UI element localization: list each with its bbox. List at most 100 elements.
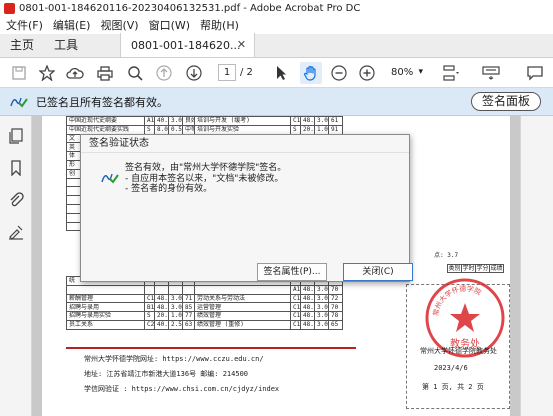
menu-help[interactable]: 帮助(H) <box>200 17 239 33</box>
table-cell: 招聘与录用 <box>66 302 145 313</box>
bookmarks-icon[interactable] <box>8 160 24 177</box>
zoom-in-icon[interactable] <box>358 64 376 82</box>
table-cell: 20.0 <box>154 311 169 321</box>
table-cell: 中等 <box>182 124 195 135</box>
table-cell: 48.0 <box>300 293 315 304</box>
print-icon[interactable] <box>96 64 114 82</box>
table-cell <box>168 284 183 295</box>
gpa-text: 点: 3.7 <box>434 252 459 259</box>
table-cell: 48.0 <box>300 302 315 313</box>
table-cell: 48.0 <box>300 319 315 330</box>
tab-home[interactable]: 主页 <box>0 33 44 57</box>
table-cell: 78 <box>328 311 343 321</box>
table-cell: 77 <box>182 311 195 321</box>
table-cell: 3.00 <box>314 284 329 295</box>
table-cell: A1 <box>144 116 155 126</box>
table-cell <box>154 284 169 295</box>
table-cell: 3.00 <box>314 311 329 321</box>
toolbar: 1 / 2 80% <box>0 58 553 88</box>
table-cell: 薪酬管理 <box>66 293 145 304</box>
table-cell: C1 <box>290 116 301 126</box>
table-cell: C1 <box>144 293 155 304</box>
table-cell: 3.00 <box>314 116 329 126</box>
table-cell: 63 <box>182 319 195 330</box>
signature-properties-button[interactable]: 签名属性(P)... <box>257 263 327 281</box>
table-cell: 3.00 <box>314 302 329 313</box>
comment-icon[interactable] <box>526 64 544 82</box>
signature-status-bar: 已签名且所有签名都有效。 签名面板 <box>0 88 553 116</box>
tab-document-label: 0801-001-184620... <box>131 38 241 52</box>
page-number-input[interactable]: 1 <box>218 64 236 81</box>
cloud-upload-icon[interactable] <box>66 64 84 82</box>
table-cell: 3.00 <box>168 116 183 126</box>
stamp-org: 常州大学怀德学院教务处 <box>420 347 497 355</box>
close-button[interactable]: 关闭(C) <box>343 263 413 281</box>
previous-page-icon[interactable] <box>155 64 173 82</box>
signature-status-text: 已签名且所有签名都有效。 <box>36 95 168 109</box>
stamp-date: 2023/4/6 <box>434 364 468 372</box>
footer-divider <box>66 347 356 349</box>
tab-tools[interactable]: 工具 <box>44 33 88 57</box>
table-cell: 2.50 <box>168 319 183 330</box>
table-cell: 85 <box>182 302 195 313</box>
table-cell: 40.0 <box>154 319 169 330</box>
table-cell: C2 <box>144 319 155 330</box>
table-cell: S <box>290 124 301 135</box>
menu-edit[interactable]: 编辑(E) <box>53 17 91 33</box>
footer-verify: 学信网验证 : https://www.chsi.com.cn/cjdyz/in… <box>84 385 280 393</box>
table-cell: C1 <box>290 302 301 313</box>
menu-file[interactable]: 文件(F) <box>6 17 43 33</box>
table-cell: 70 <box>328 284 343 295</box>
table-cell: 3.00 <box>314 319 329 330</box>
tab-document[interactable]: 0801-001-184620... ✕ <box>120 33 256 57</box>
table-row: 中国近现代史纲要A140.03.00良好培训与开发 (缓考)C148.03.00… <box>66 116 343 126</box>
table-cell: 良好 <box>182 116 195 126</box>
table-cell <box>182 284 195 295</box>
select-cursor-icon[interactable] <box>272 64 290 82</box>
footer-address: 地址: 江苏省靖江市新港大道136号 邮编: 214500 <box>84 370 249 378</box>
stamp-page: 第 1 页, 共 2 页 <box>422 383 484 391</box>
hand-tool-icon[interactable] <box>300 62 322 84</box>
table-cell: 20.0 <box>300 124 315 135</box>
signature-validation-dialog: 签名验证状态 签名有效，由"常州大学怀德学院"签名。 - 自应用本签名以来，"文… <box>80 134 413 282</box>
acrobat-app-icon <box>4 2 15 14</box>
page-display-icon[interactable] <box>440 64 464 82</box>
window-title: 0801-001-184620116-20230406132531.pdf - … <box>19 2 361 14</box>
table-cell: 绩效管理 <box>194 311 291 321</box>
attachments-icon[interactable] <box>8 192 24 208</box>
table-row: 招聘与录用实验S20.01.0077绩效管理C148.03.0078 <box>66 311 343 321</box>
menu-bar: 文件(F) 编辑(E) 视图(V) 窗口(W) 帮助(H) <box>0 16 553 34</box>
table-cell: C1 <box>290 311 301 321</box>
close-icon[interactable]: ✕ <box>237 38 246 51</box>
signature-panel-button[interactable]: 签名面板 <box>470 92 541 111</box>
table-cell: 中国近现代史纲要 <box>66 116 145 126</box>
menu-window[interactable]: 窗口(W) <box>149 17 190 33</box>
table-cell <box>144 284 155 295</box>
table-cell: 培训与开发实验 <box>194 124 291 135</box>
zoom-out-icon[interactable] <box>330 64 348 82</box>
zoom-level-select[interactable]: 80% <box>385 64 425 81</box>
table-row: 薪酬管理C148.03.0071劳动关系与劳动法C148.03.0072 <box>66 293 343 304</box>
table-cell: 培训与开发 (缓考) <box>194 116 291 126</box>
menu-view[interactable]: 视图(V) <box>100 17 138 33</box>
keyboard-icon[interactable] <box>480 64 502 82</box>
table-cell: 48.0 <box>300 284 315 295</box>
table-cell: 72 <box>328 293 343 304</box>
table-cell: 70 <box>328 302 343 313</box>
table-row: 中国近现代史纲要实践S8.00.50中等培训与开发实验S20.01.0091 <box>66 124 343 135</box>
table-cell: 71 <box>182 293 195 304</box>
bookmark-star-icon[interactable] <box>38 64 56 82</box>
table-cell: S <box>144 311 155 321</box>
signature-valid-icon <box>10 92 28 111</box>
table-cell: A1 <box>290 284 301 295</box>
table-cell: 3.00 <box>314 293 329 304</box>
page-thumbnails-icon[interactable] <box>8 128 24 144</box>
table-cell: 3.00 <box>168 293 183 304</box>
table-cell: 3.00 <box>168 302 183 313</box>
save-icon[interactable] <box>10 64 28 82</box>
table-cell: B1 <box>144 302 155 313</box>
dialog-line-identity: - 签名者的身份有效。 <box>125 184 213 194</box>
next-page-icon[interactable] <box>185 64 203 82</box>
signatures-panel-icon[interactable] <box>8 224 24 240</box>
find-icon[interactable] <box>126 64 144 82</box>
